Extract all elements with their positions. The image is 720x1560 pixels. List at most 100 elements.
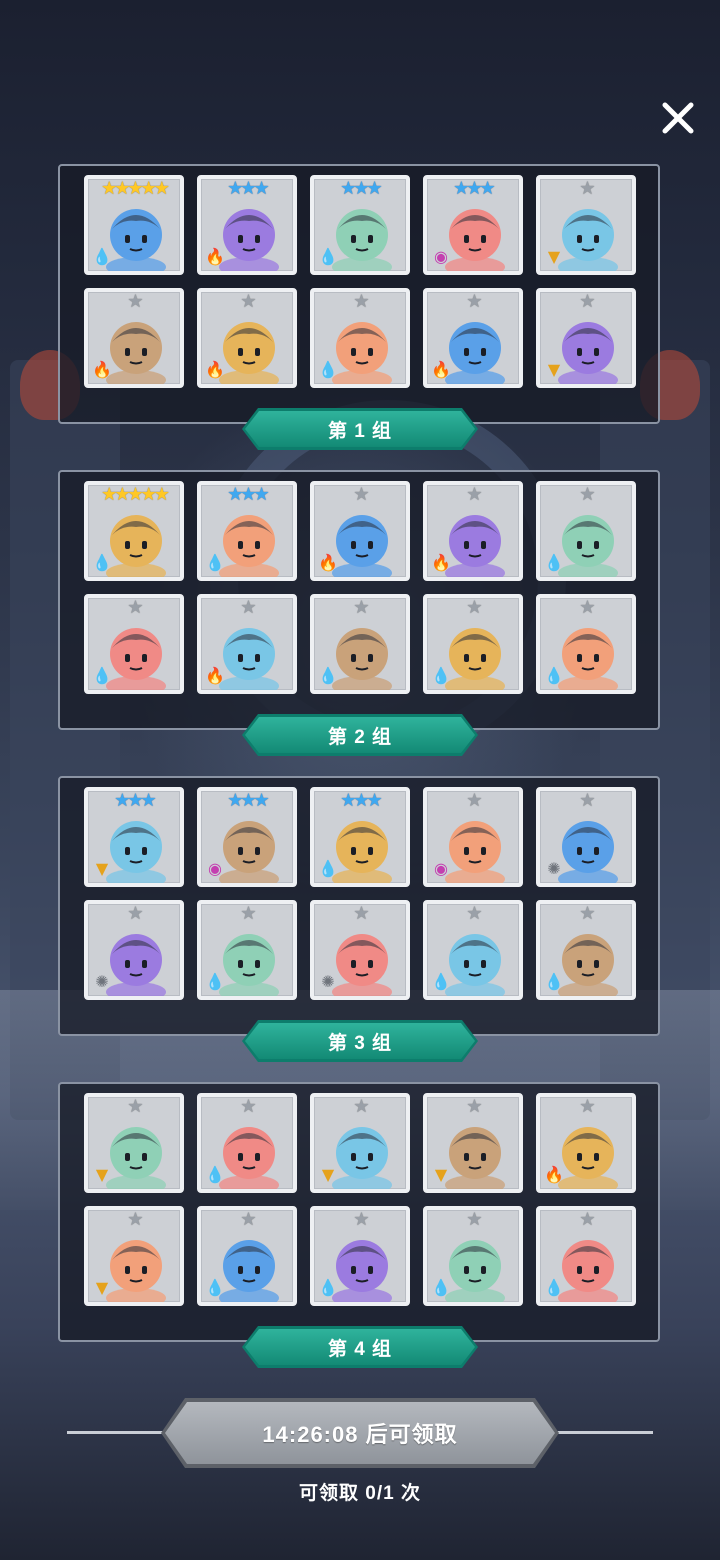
- fire-element-icon: 🔥: [431, 360, 451, 379]
- hero-grid: ★★★ ▼ ★★★ ◉ ★★★ 💧 ★ ◉ ★ ✺ ★ ✺ ★ 💧 ★ ✺ ★ 💧 ★ 💧: [84, 787, 640, 1000]
- hero-card[interactable]: ★ ▼: [84, 1206, 184, 1306]
- hero-card[interactable]: ★ 🔥: [84, 288, 184, 388]
- hero-card[interactable]: ★ 💧: [310, 1206, 410, 1306]
- star-rating: ★★★★★: [101, 178, 170, 199]
- star-rating: ★: [579, 484, 595, 505]
- hero-card[interactable]: ★ 💧: [84, 594, 184, 694]
- light-element-icon: ✺: [95, 972, 109, 991]
- star-rating: ★: [579, 597, 595, 618]
- claim-button-label: 14:26:08 后可领取: [262, 1422, 458, 1447]
- water-element-icon: 💧: [318, 247, 338, 266]
- hero-group-3: ★★★ ▼ ★★★ ◉ ★★★ 💧 ★ ◉ ★ ✺ ★ ✺ ★ 💧 ★ ✺ ★ 💧 ★ 💧 第 3 组: [58, 776, 660, 1036]
- hero-card[interactable]: ★ 💧: [536, 1206, 636, 1306]
- star-rating: ★★★: [227, 484, 269, 505]
- hero-card[interactable]: ★ 🔥: [197, 288, 297, 388]
- star-rating: ★★★★★: [101, 484, 170, 505]
- water-element-icon: 💧: [205, 1278, 225, 1297]
- hero-card[interactable]: ★ ▼: [84, 1093, 184, 1193]
- hero-card[interactable]: ★ 🔥: [197, 594, 297, 694]
- hero-card[interactable]: ★ 🔥: [536, 1093, 636, 1193]
- hero-card[interactable]: ★ 🔥: [423, 288, 523, 388]
- water-element-icon: 💧: [92, 553, 112, 572]
- hero-card[interactable]: ★ ✺: [310, 900, 410, 1000]
- close-icon: [662, 102, 694, 134]
- hero-card[interactable]: ★ ▼: [310, 1093, 410, 1193]
- hero-card[interactable]: ★ 💧: [310, 288, 410, 388]
- hero-card[interactable]: ★ 💧: [423, 900, 523, 1000]
- group-label: 第 4 组: [327, 1338, 393, 1360]
- star-rating: ★: [466, 1209, 482, 1230]
- water-element-icon: 💧: [544, 666, 564, 685]
- water-element-icon: 💧: [318, 1278, 338, 1297]
- hero-card[interactable]: ★ 💧: [423, 1206, 523, 1306]
- hero-grid: ★★★★★ 💧 ★★★ 🔥 ★★★ 💧 ★★★ ◉ ★ ▼ ★ 🔥 ★ 🔥 ★ 💧 ★ 🔥 ★ ▼: [84, 175, 640, 388]
- hero-card[interactable]: ★ 💧: [197, 1206, 297, 1306]
- wind-element-icon: ▼: [321, 1165, 335, 1184]
- hero-card[interactable]: ★ 🔥: [310, 481, 410, 581]
- hero-card[interactable]: ★ 🔥: [423, 481, 523, 581]
- hero-card[interactable]: ★ ✺: [536, 787, 636, 887]
- hero-card[interactable]: ★★★ 💧: [197, 481, 297, 581]
- fire-element-icon: 🔥: [431, 553, 451, 572]
- group-label: 第 3 组: [327, 1032, 393, 1054]
- hero-card[interactable]: ★★★ 💧: [310, 175, 410, 275]
- hero-grid: ★★★★★ 💧 ★★★ 💧 ★ 🔥 ★ 🔥 ★ 💧 ★ 💧 ★ 🔥 ★ 💧 ★ 💧 ★ 💧: [84, 481, 640, 694]
- hero-card[interactable]: ★ 💧: [423, 594, 523, 694]
- star-rating: ★: [127, 903, 143, 924]
- star-rating: ★: [466, 1096, 482, 1117]
- dark-element-icon: ◉: [434, 247, 448, 266]
- hero-card[interactable]: ★ 💧: [536, 481, 636, 581]
- star-rating: ★★★: [114, 790, 156, 811]
- light-element-icon: ✺: [547, 859, 561, 878]
- star-rating: ★★★: [227, 178, 269, 199]
- star-rating: ★: [579, 178, 595, 199]
- wind-element-icon: ▼: [434, 1165, 448, 1184]
- wind-element-icon: ▼: [547, 360, 561, 379]
- star-rating: ★: [579, 903, 595, 924]
- star-rating: ★: [240, 291, 256, 312]
- hero-card[interactable]: ★★★ ▼: [84, 787, 184, 887]
- water-element-icon: 💧: [205, 1165, 225, 1184]
- claim-button[interactable]: 14:26:08 后可领取: [161, 1398, 559, 1468]
- hero-card[interactable]: ★ ▼: [536, 288, 636, 388]
- hero-card[interactable]: ★★★ 🔥: [197, 175, 297, 275]
- hero-card[interactable]: ★ 💧: [197, 1093, 297, 1193]
- star-rating: ★: [240, 597, 256, 618]
- hero-card[interactable]: ★ ◉: [423, 787, 523, 887]
- fire-element-icon: 🔥: [205, 666, 225, 685]
- hero-card[interactable]: ★★★ ◉: [197, 787, 297, 887]
- hero-card[interactable]: ★ 💧: [536, 594, 636, 694]
- fire-element-icon: 🔥: [318, 553, 338, 572]
- group-banner: 第 4 组: [242, 1326, 478, 1368]
- water-element-icon: 💧: [431, 1278, 451, 1297]
- hero-card[interactable]: ★★★★★ 💧: [84, 175, 184, 275]
- star-rating: ★: [240, 1209, 256, 1230]
- hero-card[interactable]: ★ 💧: [536, 900, 636, 1000]
- star-rating: ★: [466, 291, 482, 312]
- star-rating: ★: [353, 1096, 369, 1117]
- hero-card[interactable]: ★ ▼: [536, 175, 636, 275]
- fire-element-icon: 🔥: [205, 247, 225, 266]
- star-rating: ★: [579, 1209, 595, 1230]
- hero-card[interactable]: ★★★ ◉: [423, 175, 523, 275]
- hero-group-2: ★★★★★ 💧 ★★★ 💧 ★ 🔥 ★ 🔥 ★ 💧 ★ 💧 ★ 🔥 ★ 💧 ★ 💧 ★ 💧 第 2 组: [58, 470, 660, 730]
- hero-card[interactable]: ★ ▼: [423, 1093, 523, 1193]
- dark-element-icon: ◉: [434, 859, 448, 878]
- hero-card[interactable]: ★ ✺: [84, 900, 184, 1000]
- water-element-icon: 💧: [431, 666, 451, 685]
- claim-count-text: 可领取 0/1 次: [299, 1483, 421, 1504]
- hero-card[interactable]: ★★★★★ 💧: [84, 481, 184, 581]
- star-rating: ★★★: [340, 790, 382, 811]
- star-rating: ★: [353, 903, 369, 924]
- star-rating: ★: [353, 597, 369, 618]
- hero-card[interactable]: ★ 💧: [197, 900, 297, 1000]
- wind-element-icon: ▼: [95, 1165, 109, 1184]
- fire-element-icon: 🔥: [92, 360, 112, 379]
- wind-element-icon: ▼: [547, 247, 561, 266]
- hero-card[interactable]: ★ 💧: [310, 594, 410, 694]
- hero-card[interactable]: ★★★ 💧: [310, 787, 410, 887]
- group-banner: 第 3 组: [242, 1020, 478, 1062]
- water-element-icon: 💧: [544, 972, 564, 991]
- star-rating: ★: [466, 484, 482, 505]
- close-button[interactable]: [658, 98, 698, 138]
